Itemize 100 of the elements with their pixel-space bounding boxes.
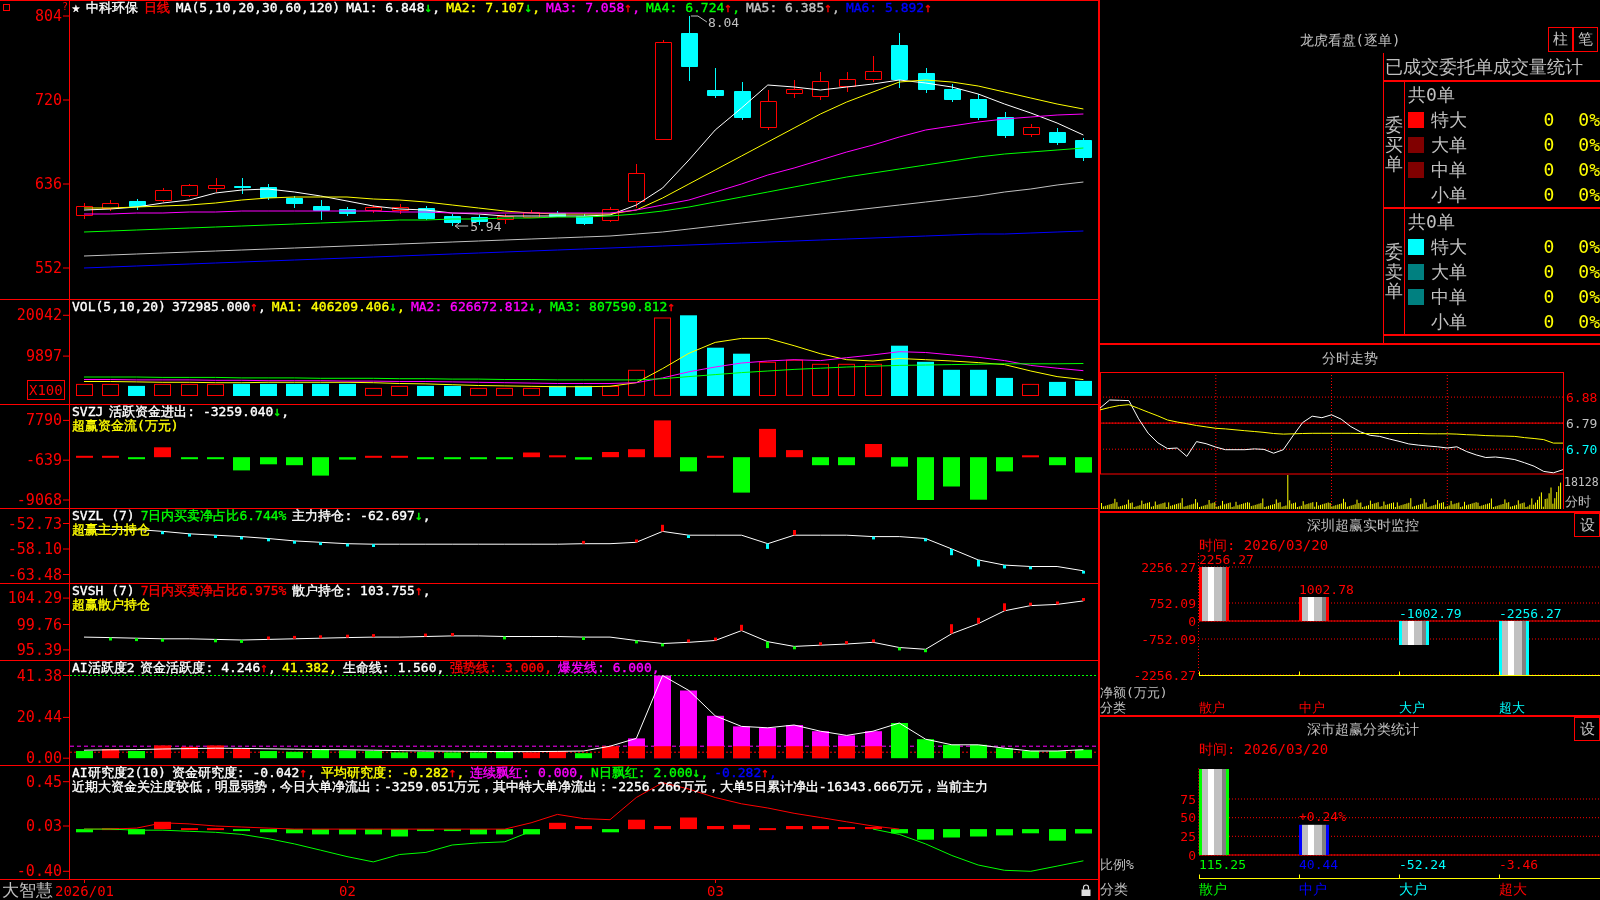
axis-label: -0.40 xyxy=(16,862,62,881)
order-share: 0% xyxy=(1577,285,1600,309)
legend-text: 主力持仓: -62.697↓, xyxy=(292,509,431,523)
table-title: 已成交委托单成交量统计 xyxy=(1384,53,1600,82)
order-share: 0% xyxy=(1577,260,1600,284)
category-label: 散户 xyxy=(1199,700,1225,715)
order-count: 0 xyxy=(1542,158,1556,182)
axis-label: 02 xyxy=(339,883,356,899)
axis-label: 95.39 xyxy=(16,640,62,659)
legend-text: MA(5,10,20,30,60,120) xyxy=(175,1,341,15)
legend-text: MA1: 6.848↓, xyxy=(346,1,441,15)
value-label: -2256.27 xyxy=(1499,606,1562,621)
axis-title: 净额(万元) xyxy=(1100,685,1168,700)
legend-text: VOL(5,10,20) xyxy=(72,300,166,314)
legend-text: 41.382, xyxy=(281,661,337,675)
chart-caption: 分时 xyxy=(1565,494,1591,509)
order-size-label: 大单 xyxy=(1431,133,1468,157)
category-label: 超大 xyxy=(1499,700,1525,715)
side-label: 委卖单 xyxy=(1385,241,1403,302)
panel-title: 深市超赢分类统计 xyxy=(1307,720,1419,738)
change-label: +0.24% xyxy=(1299,808,1346,824)
legend-text: 生命线: 1.560, xyxy=(342,661,445,675)
legend-text: SVZL (7) xyxy=(72,509,135,523)
order-count: 0 xyxy=(1542,235,1556,259)
order-size-label: 小单 xyxy=(1431,183,1468,207)
order-count: 0 xyxy=(1542,133,1556,157)
legend-text: 372985.000↑, xyxy=(171,300,266,314)
value-label: -3.46 xyxy=(1499,857,1539,872)
unit-label: X100 xyxy=(27,380,65,400)
legend-text: 强势线: 3.000, xyxy=(450,661,552,675)
value-label: 1002.78 xyxy=(1299,582,1354,597)
legend-text: MA3: 807590.812↑ xyxy=(550,300,676,314)
legend-text: AI研究度2(10) xyxy=(72,766,166,780)
axis-label: 7790 xyxy=(25,411,62,430)
value-label: -52.24 xyxy=(1399,857,1446,872)
axis-title: 分类 xyxy=(1100,881,1128,898)
panel-title: 龙虎看盘(逐单) xyxy=(1299,32,1401,49)
axis-label: 0 xyxy=(1188,613,1196,629)
category-label: 大户 xyxy=(1399,881,1427,898)
value-label: 40.44 xyxy=(1299,857,1339,872)
axis-label: -9068 xyxy=(16,491,62,508)
legend-text: AI活跃度2 xyxy=(72,661,135,675)
price-label: 8.04 xyxy=(690,15,740,30)
legend-text: MA6: 5.892↑ xyxy=(845,1,932,15)
order-size-label: 中单 xyxy=(1431,285,1468,309)
legend-text: 7日内买卖净占比6.744% xyxy=(140,509,287,523)
legend-text: ★ xyxy=(72,1,80,15)
legend-text: N日飘红: 2.000↓, xyxy=(591,766,709,780)
volume-scale-label: 18128 xyxy=(1564,475,1599,489)
axis-label: 50 xyxy=(1180,810,1196,826)
category-label: 中户 xyxy=(1299,700,1325,715)
axis-label: 0.45 xyxy=(25,772,62,791)
legend-text: 资金研究度: -0.042↑, xyxy=(171,766,316,780)
order-size-label: 中单 xyxy=(1431,158,1468,182)
legend-text: 爆发线: 6.000, xyxy=(558,661,660,675)
axis-title: 比例% xyxy=(1100,857,1134,872)
axis-label: 0 xyxy=(1188,847,1196,863)
axis-label: -58.10 xyxy=(7,540,62,558)
annotation: 8.04 xyxy=(707,15,740,30)
axis-label: 41.38 xyxy=(16,666,62,685)
category-label: 中户 xyxy=(1299,881,1327,898)
panel-title: 深圳超赢实时监控 xyxy=(1307,516,1419,534)
order-count: 0 xyxy=(1542,108,1556,132)
order-share: 0% xyxy=(1577,235,1600,259)
axis-label: 6.88 xyxy=(1566,390,1598,406)
legend-text: MA5: 6.385↑, xyxy=(745,1,840,15)
legend-text: 7日内买卖净占比6.975% xyxy=(140,584,287,598)
axis-label: 636 xyxy=(34,175,62,193)
value-label: 2256.27 xyxy=(1199,553,1254,567)
category-label: 大户 xyxy=(1399,700,1425,715)
panel-title: 分时走势 xyxy=(1322,350,1378,367)
axis-label: -2256.27 xyxy=(1133,667,1196,683)
axis-label: 99.76 xyxy=(16,615,62,634)
time-label: 时间: 2026/03/20 xyxy=(1199,537,1329,553)
legend-text: MA1: 406209.406↓, xyxy=(271,300,405,314)
axis-label: 804 xyxy=(34,7,62,25)
order-count: 0 xyxy=(1542,285,1556,309)
axis-title: 分类 xyxy=(1100,700,1126,715)
indicator-title: 超赢资金流(万元) xyxy=(72,419,179,433)
legend-text: MA2: 626672.812↓, xyxy=(410,300,544,314)
axis-label: 2026/01 xyxy=(55,883,114,899)
order-count: 0 xyxy=(1542,310,1556,334)
axis-label: 0.03 xyxy=(25,817,62,835)
time-label: 时间: 2026/03/20 xyxy=(1199,741,1329,757)
order-total: 共0单 xyxy=(1408,211,1455,232)
axis-label: 752.09 xyxy=(1149,595,1196,611)
legend-text: MA3: 7.058↑, xyxy=(546,1,640,15)
axis-label: 03 xyxy=(707,883,724,899)
brand-label: 大智慧 xyxy=(2,880,53,900)
axis-label: 104.29 xyxy=(7,589,62,608)
axis-label: -63.48 xyxy=(7,565,62,583)
axis-label: 6.79 xyxy=(1566,416,1598,432)
category-label: 散户 xyxy=(1199,881,1227,898)
axis-label: 6.70 xyxy=(1566,442,1598,458)
axis-label: 20.44 xyxy=(16,708,62,727)
legend-text: 资金活跃度: 4.246↑, xyxy=(140,661,276,675)
legend-text: 日线 xyxy=(143,1,170,15)
order-count: 0 xyxy=(1542,183,1556,207)
axis-label: 9897 xyxy=(25,347,62,366)
axis-label: 552 xyxy=(34,259,62,277)
